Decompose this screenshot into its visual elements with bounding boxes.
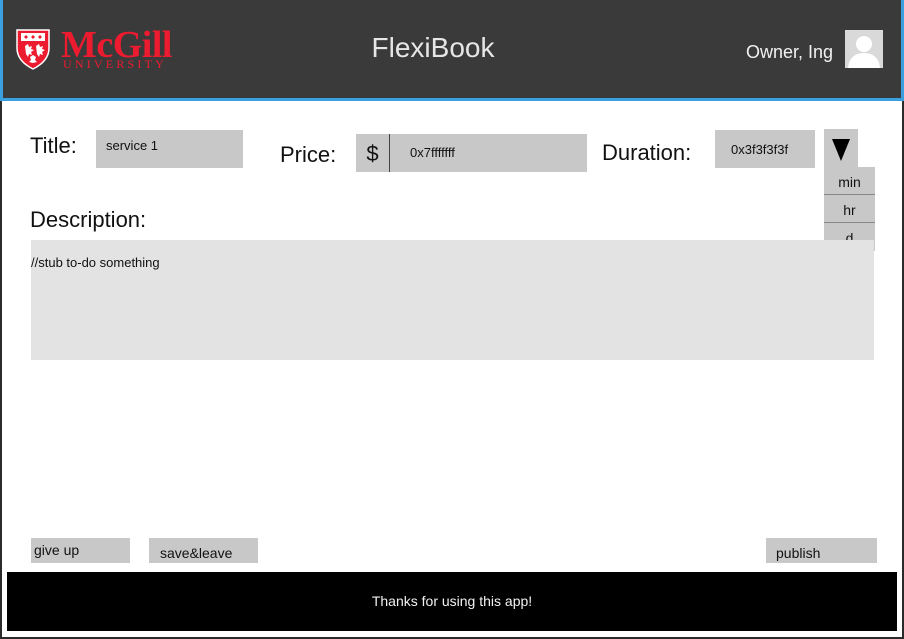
user-name: Owner, Ing: [745, 42, 833, 62]
duration-unit-menu: min hr d: [824, 167, 875, 251]
top-bar: McGill UNIVERSITY FlexiBook Owner, Ing: [0, 0, 904, 101]
footer-text: Thanks for using this app!: [371, 593, 533, 609]
mcgill-shield-icon: [16, 29, 50, 70]
footer: Thanks for using this app!: [7, 572, 897, 631]
title-label: Title:: [30, 133, 77, 158]
triangle-down-icon: [832, 139, 850, 161]
app-title: FlexiBook: [371, 32, 495, 63]
currency-symbol: $: [356, 134, 390, 172]
description-text: //stub to-do something: [31, 255, 160, 270]
unit-option-hr[interactable]: hr: [824, 195, 875, 223]
price-input[interactable]: $ 0x7fffffff: [356, 134, 587, 172]
save-leave-button[interactable]: save&leave: [149, 538, 258, 563]
unit-option-min[interactable]: min: [824, 167, 875, 195]
description-label: Description:: [30, 207, 147, 232]
duration-unit-dropdown[interactable]: [824, 129, 858, 167]
avatar[interactable]: [845, 30, 883, 68]
duration-label: Duration:: [602, 140, 692, 165]
title-input[interactable]: service 1: [96, 130, 243, 168]
duration-input[interactable]: 0x3f3f3f3f: [715, 130, 815, 168]
mcgill-logo: McGill UNIVERSITY: [15, 26, 175, 74]
publish-button[interactable]: publish: [766, 538, 877, 563]
price-value: 0x7fffffff: [410, 145, 455, 160]
give-up-button[interactable]: give up: [31, 538, 130, 563]
price-label: Price:: [280, 142, 337, 167]
description-textarea[interactable]: //stub to-do something: [31, 240, 874, 360]
logo-subtitle: UNIVERSITY: [63, 57, 167, 71]
user-avatar-icon: [848, 36, 880, 68]
